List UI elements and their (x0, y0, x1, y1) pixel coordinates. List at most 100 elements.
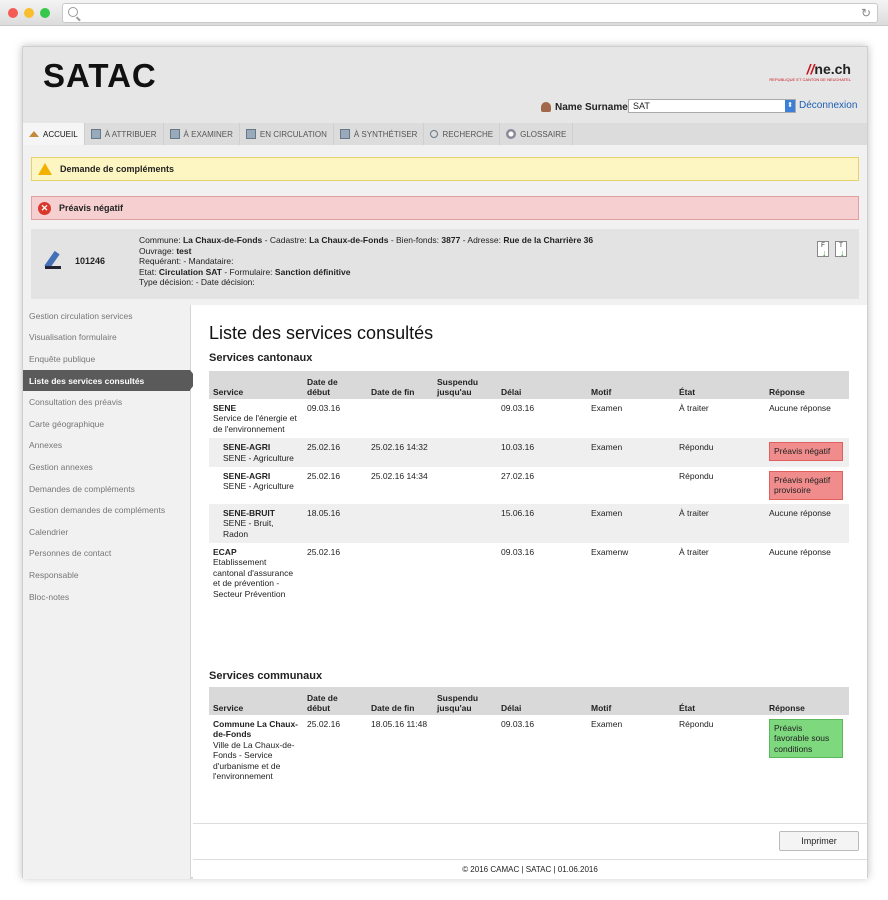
response-badge[interactable]: Préavis négatif provisoire (769, 471, 843, 500)
print-button[interactable]: Imprimer (779, 831, 859, 851)
col-end: Date de fin (367, 687, 433, 715)
service-desc: Ville de La Chaux-de-Fonds - Service d'u… (213, 739, 295, 782)
col-delay: Délai (497, 687, 587, 715)
suspended (433, 715, 497, 785)
app-window: SATAC //ne.ch REPUBLIQUE ET CANTON DE NE… (22, 46, 868, 879)
tab-glossaire[interactable]: GLOSSAIRE (500, 123, 574, 145)
sidebar-item-gestion-demandes[interactable]: Gestion demandes de compléments (23, 499, 190, 521)
sidebar-item-gestion-annexes[interactable]: Gestion annexes (23, 456, 190, 478)
sidebar-item-liste-services[interactable]: Liste des services consultés (23, 369, 198, 392)
service-desc: Etablissement cantonal d'assurance et de… (213, 557, 294, 599)
divider (193, 823, 867, 824)
pen-icon (44, 250, 61, 270)
state: Répondu (675, 438, 765, 468)
tab-en-circulation[interactable]: EN CIRCULATION (240, 123, 334, 145)
gear-icon (506, 129, 517, 139)
minimize-window-button[interactable] (24, 8, 34, 18)
start-date: 09.03.16 (307, 403, 341, 413)
col-response: Réponse (765, 371, 849, 399)
table-row[interactable]: SENE-AGRI SENE - Agriculture 25.02.16 25.… (209, 438, 849, 468)
suspended (433, 399, 497, 438)
sidebar-item-responsable[interactable]: Responsable (23, 564, 190, 586)
table-header: Service Date de début Date de fin Suspen… (209, 687, 849, 715)
logout-link[interactable]: Déconnexion (799, 100, 857, 111)
close-window-button[interactable] (8, 8, 18, 18)
alert-text: Demande de compléments (60, 164, 175, 174)
motif: Examen (591, 719, 623, 729)
response-badge[interactable]: Préavis négatif (769, 442, 843, 461)
download-text-icon[interactable]: T (835, 241, 847, 257)
tab-recherche[interactable]: RECHERCHE (424, 123, 501, 145)
select-arrow-icon: ⬍ (785, 100, 795, 112)
tab-a-synthetiser[interactable]: À SYNTHÉTISER (334, 123, 425, 145)
sidebar-item-calendrier[interactable]: Calendrier (23, 521, 190, 543)
document-icon (169, 129, 180, 139)
document-icon (339, 129, 350, 139)
motif: Examenw (591, 547, 629, 558)
search-icon (430, 130, 439, 138)
complements-alert: Demande de compléments (31, 157, 859, 181)
app-header: SATAC //ne.ch REPUBLIQUE ET CANTON DE NE… (23, 47, 867, 123)
brand-logo: //ne.ch (806, 61, 851, 77)
sidebar-item-contacts[interactable]: Personnes de contact (23, 543, 190, 565)
start-date: 25.02.16 (307, 719, 341, 729)
document-icon (90, 129, 101, 139)
home-icon (29, 131, 39, 137)
state: Répondu (679, 471, 714, 482)
col-motif: Motif (587, 687, 675, 715)
col-start: Date de début (303, 371, 367, 399)
tab-a-attribuer[interactable]: À ATTRIBUER (85, 123, 164, 145)
col-start: Date de début (303, 687, 367, 715)
end-date (367, 503, 433, 544)
suspended (433, 503, 497, 544)
table-header: Service Date de début Date de fin Suspen… (209, 371, 849, 399)
sidebar-item-consultation-preavis[interactable]: Consultation des préavis (23, 391, 190, 413)
sidebar-item-annexes[interactable]: Annexes (23, 435, 190, 457)
table-row[interactable]: ECAP Etablissement cantonal d'assurance e… (209, 543, 849, 603)
sidebar-item-enquete-publique[interactable]: Enquête publique (23, 348, 190, 370)
brand-subtitle: REPUBLIQUE ET CANTON DE NEUCHATEL (769, 77, 851, 82)
sidebar-item-bloc-notes[interactable]: Bloc-notes (23, 586, 190, 608)
sidebar: Gestion circulation services Visualisati… (23, 305, 198, 879)
response-badge[interactable]: Préavis favorable sous conditions (769, 719, 843, 759)
delay: 27.02.16 (501, 471, 535, 482)
delay: 10.03.16 (497, 438, 587, 468)
tab-a-examiner[interactable]: À EXAMINER (164, 123, 240, 145)
response: Aucune réponse (769, 403, 831, 413)
col-state: État (675, 371, 765, 399)
user-info: Name Surname (541, 100, 628, 114)
sidebar-item-visualisation-formulaire[interactable]: Visualisation formulaire (23, 327, 190, 349)
motif: Examen (587, 503, 675, 544)
role-select[interactable]: SAT ⬍ (628, 99, 796, 113)
maximize-window-button[interactable] (40, 8, 50, 18)
col-suspended: Suspendu jusqu'au (433, 371, 497, 399)
table-row[interactable]: SENE-BRUIT SENE - Bruit, Radon 18.05.16 1… (209, 503, 849, 544)
tab-accueil[interactable]: ACCUEIL (23, 123, 85, 145)
delay: 15.06.16 (497, 503, 587, 544)
search-icon (68, 7, 78, 17)
state: Répondu (679, 719, 714, 729)
motif: Examen (591, 403, 623, 413)
suspended (433, 438, 497, 468)
cantonal-title: Services cantonaux (209, 352, 313, 364)
end-date: 25.02.16 14:34 (371, 471, 428, 482)
reload-icon[interactable]: ↻ (861, 6, 871, 20)
dossier-info: Commune: La Chaux-de-Fonds - Cadastre: L… (139, 235, 594, 287)
table-row[interactable]: Commune La Chaux-de-Fonds Ville de La Cha… (209, 715, 849, 785)
col-end: Date de fin (367, 371, 433, 399)
table-row[interactable]: SENE-AGRI SENE - Agriculture 25.02.16 25.… (209, 467, 849, 504)
col-suspended: Suspendu jusqu'au (433, 687, 497, 715)
table-row[interactable]: SENE Service de l'énergie et de l'environ… (209, 399, 849, 438)
sidebar-item-demandes-complements[interactable]: Demandes de compléments (23, 478, 190, 500)
delay: 09.03.16 (501, 403, 535, 413)
delay: 09.03.16 (501, 547, 535, 558)
download-form-icon[interactable]: F (817, 241, 829, 257)
sidebar-item-carte[interactable]: Carte géographique (23, 413, 190, 435)
address-bar[interactable]: ↻ (62, 3, 878, 23)
end-date (367, 543, 433, 603)
service-desc: Service de l'énergie et de l'environneme… (213, 413, 297, 434)
app-logo[interactable]: SATAC (43, 57, 157, 95)
alert-text: Préavis négatif (59, 203, 124, 213)
main-tabs: ACCUEIL À ATTRIBUER À EXAMINER EN CIRCUL… (23, 123, 867, 145)
sidebar-item-gestion-circulation[interactable]: Gestion circulation services (23, 305, 190, 327)
